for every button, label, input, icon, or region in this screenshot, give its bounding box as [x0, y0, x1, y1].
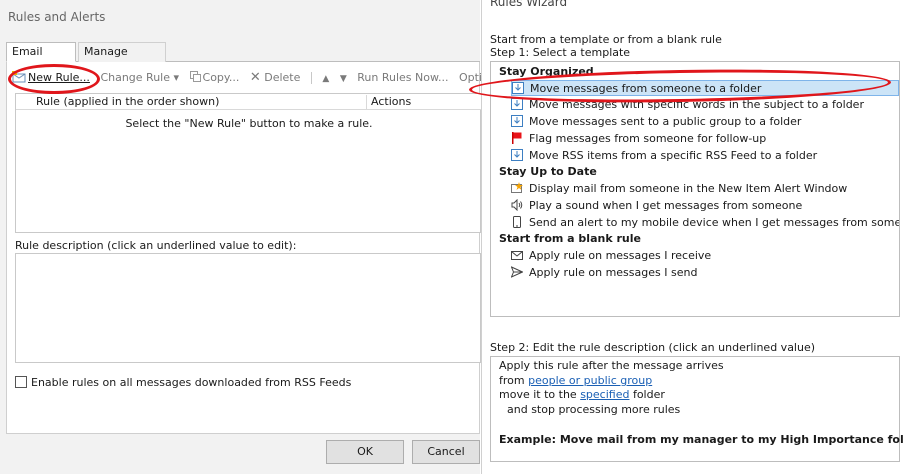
start-instruction: Start from a template or from a blank ru… — [490, 33, 722, 46]
move-folder-icon — [511, 98, 523, 110]
tab-manage-alerts[interactable]: Manage Alerts — [78, 42, 166, 76]
rss-checkbox-label: Enable rules on all messages downloaded … — [31, 376, 352, 389]
new-rule-icon — [12, 71, 26, 83]
move-folder-icon — [511, 115, 523, 127]
template-move-from-someone[interactable]: Move messages from someone to a folder — [511, 80, 899, 96]
new-rule-button[interactable]: New Rule... — [12, 71, 90, 84]
change-rule-button[interactable]: Change Rule ▾ — [100, 71, 179, 84]
template-label: Move RSS items from a specific RSS Feed … — [529, 149, 818, 162]
alert-star-icon — [511, 182, 523, 193]
template-label: Move messages from someone to a folder — [530, 82, 762, 95]
envelope-icon — [511, 251, 523, 260]
options-button[interactable]: Opti — [459, 71, 482, 84]
template-list[interactable]: Stay Organized Move messages from someon… — [490, 61, 900, 317]
example-text: Example: Move mail from my manager to my… — [499, 433, 903, 446]
cancel-button[interactable]: Cancel — [412, 440, 480, 464]
template-move-public-group[interactable]: Move messages sent to a public group to … — [511, 114, 899, 130]
rules-toolbar: New Rule... Change Rule ▾ Copy... ✕ Dele… — [12, 70, 482, 88]
template-label: Move messages sent to a public group to … — [529, 115, 802, 128]
specified-folder-link[interactable]: specified — [580, 388, 629, 401]
rule-description-label: Rule description (click an underlined va… — [15, 239, 297, 252]
rules-table-header: Rule (applied in the order shown) Action… — [16, 94, 482, 110]
template-apply-send[interactable]: Apply rule on messages I send — [511, 265, 899, 281]
desc-folder-suffix: folder — [629, 388, 665, 401]
step1-label: Step 1: Select a template — [490, 46, 631, 59]
template-label: Apply rule on messages I receive — [529, 249, 712, 262]
send-arrow-icon — [511, 266, 523, 278]
delete-x-icon: ✕ — [249, 70, 261, 85]
desc-move-prefix: move it to the — [499, 388, 581, 401]
template-apply-receive[interactable]: Apply rule on messages I receive — [511, 248, 899, 264]
group-blank-rule: Start from a blank rule — [499, 232, 641, 245]
template-label: Apply rule on messages I send — [529, 266, 698, 279]
desc-line-1: Apply this rule after the message arrive… — [499, 359, 724, 372]
column-header-rule[interactable]: Rule (applied in the order shown) — [36, 95, 219, 108]
desc-line-4: and stop processing more rules — [507, 403, 681, 416]
group-stay-organized: Stay Organized — [499, 65, 594, 78]
desc-line-2: from people or public group — [499, 374, 652, 387]
template-label: Move messages with specific words in the… — [529, 98, 864, 111]
rules-table[interactable]: Rule (applied in the order shown) Action… — [15, 93, 482, 233]
rss-checkbox[interactable] — [15, 376, 27, 388]
group-stay-up-to-date: Stay Up to Date — [499, 165, 597, 178]
empty-rules-message: Select the "New Rule" button to make a r… — [125, 117, 373, 130]
template-label: Play a sound when I get messages from so… — [529, 199, 803, 212]
move-folder-icon — [511, 149, 523, 161]
copy-rule-button[interactable]: Copy... — [189, 71, 240, 84]
run-rules-now-button[interactable]: Run Rules Now... — [357, 71, 448, 84]
people-or-public-group-link[interactable]: people or public group — [528, 374, 652, 387]
template-move-rss[interactable]: Move RSS items from a specific RSS Feed … — [511, 148, 899, 164]
rule-description-box — [15, 253, 481, 363]
rule-description-editor: Apply this rule after the message arrive… — [490, 356, 903, 462]
ok-button[interactable]: OK — [326, 440, 404, 464]
template-flag-followup[interactable]: Flag messages from someone for follow-up — [511, 131, 899, 147]
speaker-icon — [511, 199, 523, 211]
template-move-specific-words[interactable]: Move messages with specific words in the… — [511, 97, 899, 113]
copy-icon — [189, 71, 201, 82]
desc-line-3: move it to the specified folder — [499, 388, 665, 401]
delete-rule-button[interactable]: ✕ Delete — [250, 70, 301, 85]
move-down-button[interactable]: ▼ — [340, 74, 347, 84]
move-folder-icon — [512, 82, 524, 94]
wizard-title: Rules Wizard — [490, 0, 568, 9]
template-label: Display mail from someone in the New Ite… — [529, 182, 848, 195]
template-label: Send an alert to my mobile device when I… — [529, 216, 900, 229]
move-up-button[interactable]: ▲ — [322, 74, 329, 84]
tab-email-rules[interactable]: Email Rules — [6, 42, 76, 76]
template-mobile-alert[interactable]: Send an alert to my mobile device when I… — [511, 215, 899, 231]
desc-from-prefix: from — [499, 374, 529, 387]
copy-label: Copy... — [202, 71, 240, 84]
rss-rules-option[interactable]: Enable rules on all messages downloaded … — [15, 376, 351, 389]
template-play-sound[interactable]: Play a sound when I get messages from so… — [511, 198, 899, 214]
toolbar-separator — [310, 72, 312, 84]
new-rule-label: New Rule... — [28, 71, 90, 84]
column-header-actions[interactable]: Actions — [366, 95, 482, 110]
template-label: Flag messages from someone for follow-up — [529, 132, 767, 145]
step2-label: Step 2: Edit the rule description (click… — [490, 341, 816, 354]
template-new-item-alert[interactable]: Display mail from someone in the New Ite… — [511, 181, 899, 197]
delete-label: Delete — [264, 71, 301, 84]
flag-icon — [512, 132, 522, 144]
mobile-device-icon — [513, 216, 521, 228]
dialog-title: Rules and Alerts — [8, 10, 106, 24]
